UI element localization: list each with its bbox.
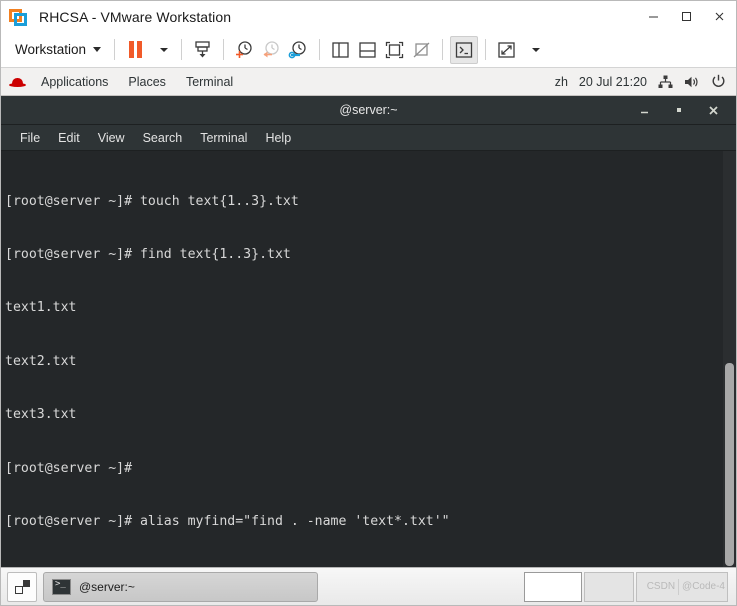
terminal-title: @server:~ — [339, 103, 398, 117]
snapshot-manage-icon — [288, 41, 306, 59]
pause-icon — [128, 41, 142, 58]
stretch-dropdown-button[interactable] — [520, 36, 546, 64]
console-icon — [455, 41, 473, 58]
console-view-button[interactable] — [450, 35, 479, 64]
chevron-down-icon — [93, 47, 102, 52]
terminal-menu-view[interactable]: View — [89, 131, 134, 145]
terminal-line: [root@server ~]# — [5, 460, 133, 476]
show-sidebar-button[interactable] — [327, 36, 354, 64]
gnome-menu-applications[interactable]: Applications — [31, 75, 118, 89]
red-hat-icon — [9, 75, 26, 88]
network-icon[interactable] — [658, 75, 673, 89]
chevron-down-icon — [532, 47, 541, 52]
show-thumbnail-bar-button[interactable] — [354, 36, 381, 64]
toolbar-separator — [114, 39, 116, 60]
taskbar-item-terminal[interactable]: @server:~ — [43, 571, 318, 602]
power-icon[interactable] — [711, 74, 726, 89]
vmware-workstation-window: RHCSA - VMware Workstation Workstation A… — [0, 0, 737, 606]
gnome-menu-terminal[interactable]: Terminal — [176, 75, 243, 89]
tray-slot-empty[interactable] — [584, 571, 634, 602]
vmware-toolbar: Workstation — [1, 32, 736, 68]
workstation-menu-label: Workstation — [15, 42, 87, 57]
terminal-output[interactable]: [root@server ~]# touch text{1..3}.txt [r… — [1, 151, 723, 567]
tray-slot-window-preview[interactable] — [524, 571, 582, 602]
terminal-line: [root@server ~]# find text{1..3}.txt — [5, 246, 291, 262]
snapshot-add-icon — [236, 41, 252, 58]
pause-vm-button[interactable] — [122, 36, 148, 64]
window-title: RHCSA - VMware Workstation — [39, 8, 232, 25]
send-ctrl-alt-del-button[interactable] — [189, 36, 216, 64]
volume-icon[interactable] — [684, 75, 700, 89]
watermark: CSDN @Code-4 — [636, 571, 728, 602]
terminal-menu-search[interactable]: Search — [134, 131, 192, 145]
revert-snapshot-button[interactable] — [258, 36, 285, 64]
terminal-line: text2.txt — [5, 353, 77, 369]
terminal-menu-help[interactable]: Help — [256, 131, 300, 145]
toolbar-separator — [223, 39, 225, 60]
terminal-line: [root@server ~]# touch text{1..3}.txt — [5, 193, 299, 209]
clock[interactable]: 20 Jul 21:20 — [579, 75, 647, 89]
vmware-logo-icon — [9, 7, 29, 27]
terminal-close-button[interactable] — [696, 96, 730, 125]
sidebar-panel-icon — [332, 41, 349, 58]
take-snapshot-button[interactable] — [231, 36, 258, 64]
stretch-guest-button[interactable] — [493, 36, 520, 64]
chevron-down-icon — [160, 47, 169, 52]
pause-dropdown-button[interactable] — [148, 36, 174, 64]
stretch-icon — [498, 41, 515, 58]
taskbar-item-label: @server:~ — [79, 579, 135, 594]
fullscreen-icon — [385, 41, 404, 58]
toolbar-separator — [442, 39, 444, 60]
toolbar-separator — [485, 39, 487, 60]
toolbar-separator — [181, 39, 183, 60]
unity-mode-button[interactable] — [408, 36, 435, 64]
terminal-line: text3.txt — [5, 407, 77, 423]
terminal-window-controls — [628, 96, 736, 125]
taskbar-tray: CSDN @Code-4 — [524, 571, 732, 602]
watermark-user: @Code-4 — [682, 581, 725, 592]
input-source-indicator[interactable]: zh — [555, 75, 568, 89]
workspace-switcher-icon[interactable] — [7, 571, 37, 602]
terminal-titlebar[interactable]: @server:~ — [1, 96, 736, 125]
bottom-panel-icon — [359, 41, 376, 58]
terminal-icon — [52, 578, 71, 595]
gnome-menu-places[interactable]: Places — [118, 75, 176, 89]
terminal-menubar: File Edit View Search Terminal Help — [1, 125, 736, 151]
guest-taskbar: @server:~ CSDN @Code-4 — [1, 567, 736, 605]
terminal-menu-file[interactable]: File — [11, 131, 49, 145]
window-controls — [637, 1, 736, 32]
minimize-button[interactable] — [637, 1, 670, 32]
guest-screen: Applications Places Terminal zh 20 Jul 2… — [1, 68, 736, 567]
terminal-scrollbar-thumb[interactable] — [725, 363, 734, 566]
unity-mode-icon — [413, 42, 430, 57]
terminal-line: [root@server ~]# alias myfind="find . -n… — [5, 513, 450, 529]
terminal-minimize-button[interactable] — [628, 96, 662, 125]
maximize-button[interactable] — [670, 1, 703, 32]
watermark-site: CSDN — [646, 581, 676, 592]
window-titlebar: RHCSA - VMware Workstation — [1, 1, 736, 32]
toolbar-separator — [319, 39, 321, 60]
terminal-menu-edit[interactable]: Edit — [49, 131, 89, 145]
terminal-line: text1.txt — [5, 300, 77, 316]
terminal-line: [root@server ~]# myfind — [5, 566, 723, 567]
full-screen-button[interactable] — [381, 36, 408, 64]
terminal-body: [root@server ~]# touch text{1..3}.txt [r… — [1, 151, 736, 567]
gnome-top-panel: Applications Places Terminal zh 20 Jul 2… — [1, 68, 736, 96]
close-button[interactable] — [703, 1, 736, 32]
workstation-menu-button[interactable]: Workstation — [7, 39, 107, 60]
terminal-maximize-button[interactable] — [662, 96, 696, 125]
terminal-menu-terminal[interactable]: Terminal — [191, 131, 256, 145]
send-key-icon — [195, 41, 210, 58]
terminal-scrollbar[interactable] — [723, 151, 736, 567]
manage-snapshots-button[interactable] — [285, 36, 312, 64]
snapshot-revert-icon — [263, 41, 279, 58]
terminal-window: @server:~ File Edit View Search Terminal… — [1, 96, 736, 567]
